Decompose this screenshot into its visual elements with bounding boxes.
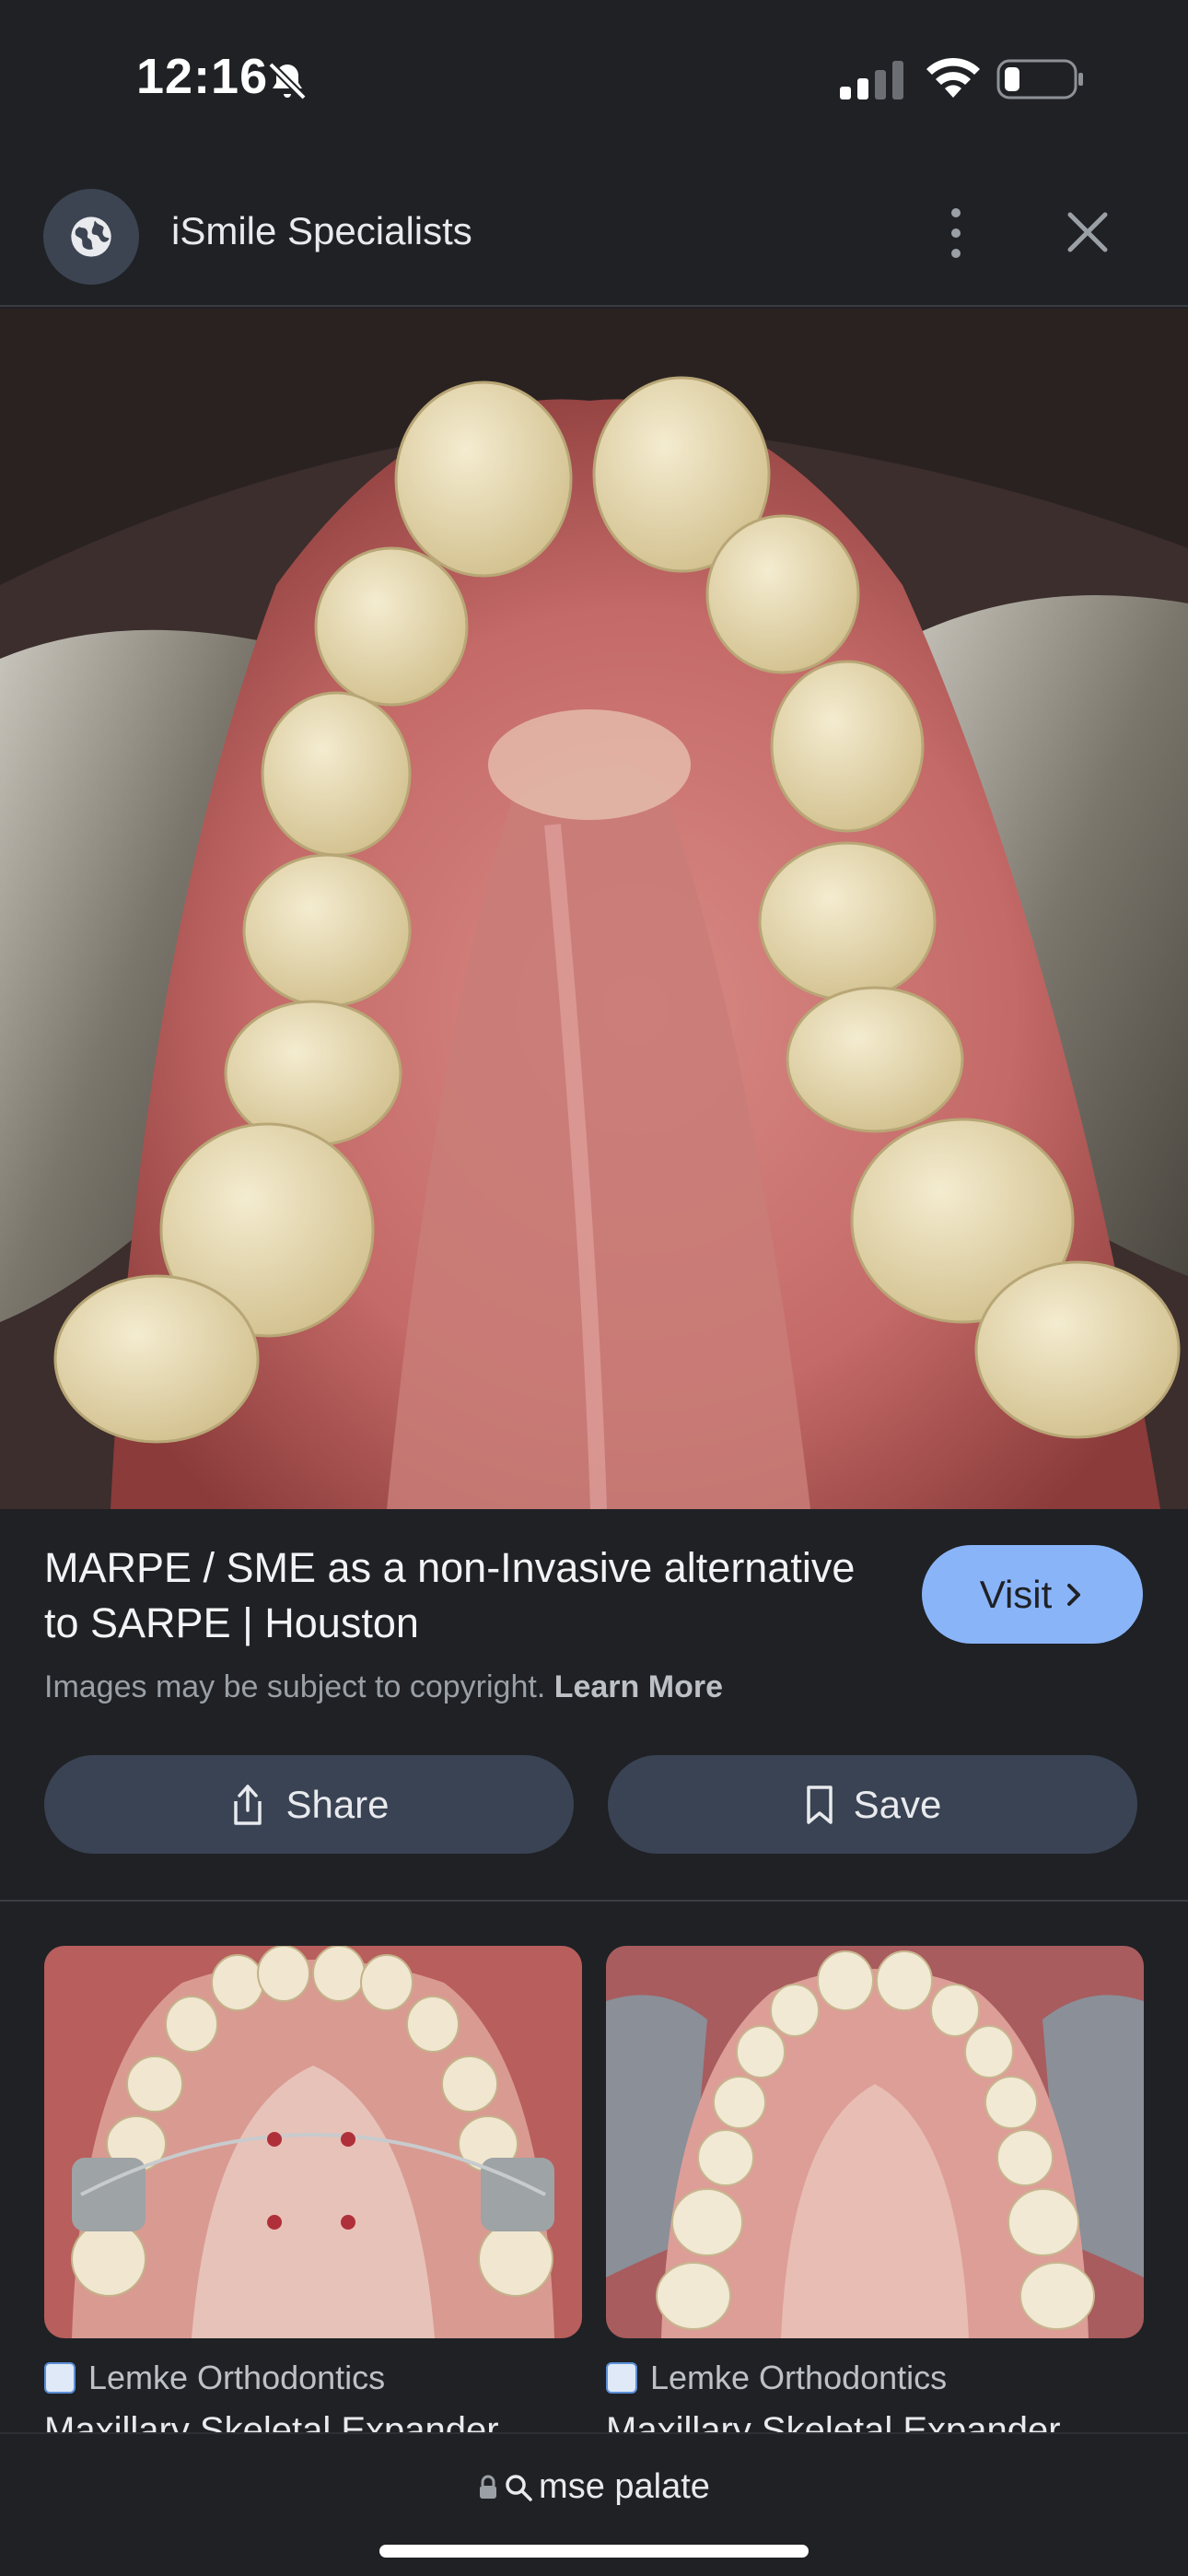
close-icon[interactable] [1063,207,1112,257]
share-icon [234,1784,262,1825]
related-title-2[interactable]: Maxillary Skeletal Expander [606,2406,1144,2432]
bell-slash-icon [268,62,307,100]
status-bar: 12:16 [0,0,1188,161]
copyright-notice: Images may be subject to copyright. Lear… [44,1669,723,1705]
status-time: 12:16 [136,49,269,104]
related-title-1[interactable]: Maxillary Skeletal Expander [44,2406,582,2432]
chevron-right-icon [1067,1583,1081,1606]
globe-icon [71,217,111,257]
favicon-icon [44,2362,76,2394]
save-button[interactable]: Save [608,1755,1137,1854]
lock-icon [480,2475,497,2499]
section-divider [0,1900,1188,1902]
battery-low-icon [996,59,1083,100]
related-source-name: Lemke Orthodontics [88,2359,386,2396]
bottom-bar: mse palate [0,2432,1188,2576]
image-viewer-page: 12:16 iSmile Specialists MARPE / SME as … [0,0,1188,2576]
bookmark-icon [806,1785,833,1824]
related-source-2[interactable]: Lemke Orthodontics [606,2359,947,2397]
learn-more-link[interactable]: Learn More [554,1669,723,1704]
share-button[interactable]: Share [44,1755,574,1854]
site-avatar[interactable] [43,189,139,285]
more-vertical-icon[interactable] [939,204,973,263]
cellular-signal-icon [840,61,903,100]
search-query-text: mse palate [539,2467,710,2506]
result-title[interactable]: MARPE / SME as a non-Invasive alternativ… [44,1540,873,1651]
visit-button[interactable]: Visit [922,1545,1143,1644]
related-image-2[interactable] [606,1946,1144,2338]
search-icon [506,2474,532,2501]
favicon-icon [606,2362,637,2394]
main-image[interactable] [0,309,1188,1509]
share-label: Share [285,1782,390,1826]
viewer-header: iSmile Specialists [0,161,1188,307]
visit-label: Visit [979,1572,1053,1616]
related-source-name: Lemke Orthodontics [650,2359,948,2396]
copyright-text: Images may be subject to copyright. [44,1669,546,1704]
save-label: Save [853,1782,942,1826]
related-source-1[interactable]: Lemke Orthodontics [44,2359,385,2397]
search-query-bar[interactable]: mse palate [0,2467,1188,2507]
related-image-1[interactable] [44,1946,582,2338]
wifi-icon [926,57,980,98]
site-name[interactable]: iSmile Specialists [171,209,472,253]
home-indicator[interactable] [379,2545,809,2558]
